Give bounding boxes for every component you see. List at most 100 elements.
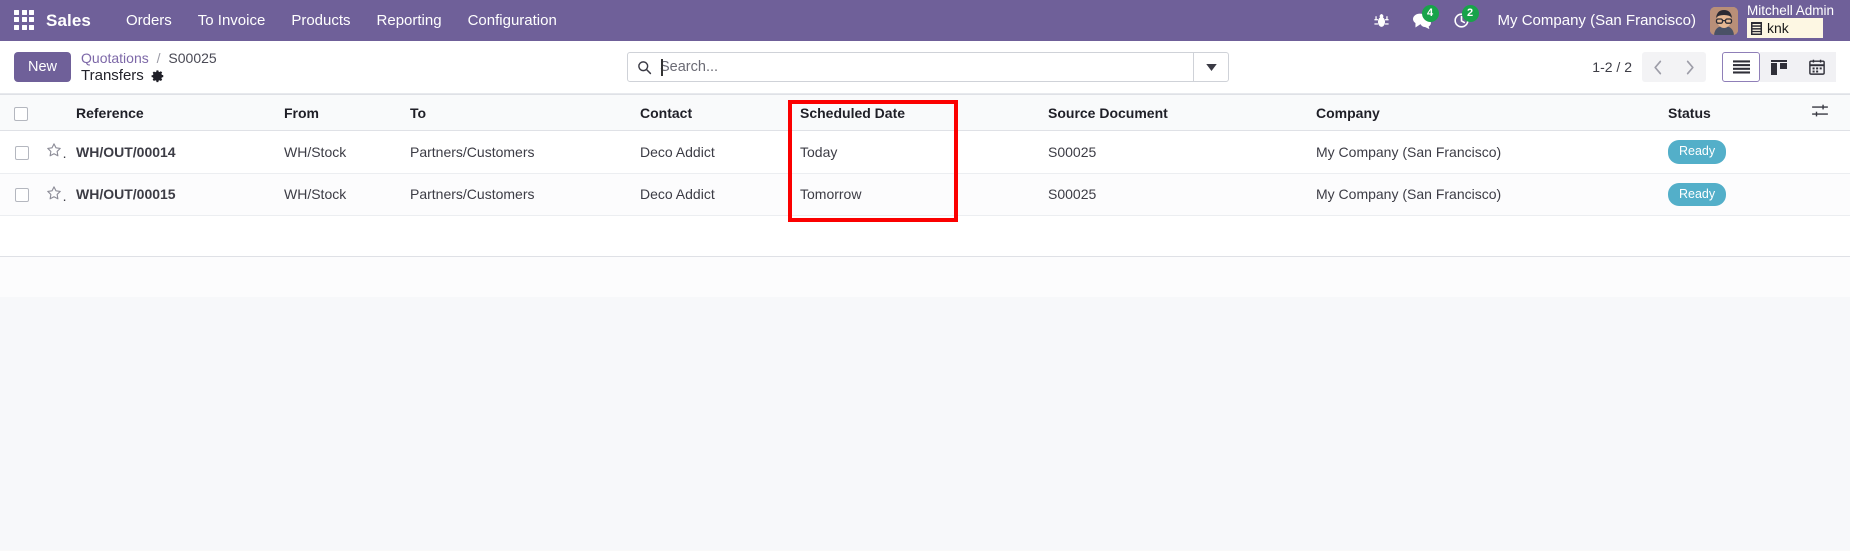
table-row[interactable]: WH/OUT/00015 WH/Stock Partners/Customers… — [0, 173, 1850, 216]
user-name-label: Mitchell Admin — [1746, 3, 1834, 18]
bug-icon[interactable] — [1371, 10, 1393, 32]
nav-item-reporting[interactable]: Reporting — [364, 2, 455, 39]
messages-icon[interactable]: 4 — [1411, 4, 1439, 32]
column-header-contact[interactable]: Contact — [632, 94, 792, 131]
company-switcher[interactable]: My Company (San Francisco) — [1498, 12, 1696, 29]
cell-reference[interactable]: WH/OUT/00015 — [68, 173, 276, 216]
chevron-right-icon — [1686, 60, 1694, 74]
view-button-kanban[interactable] — [1760, 52, 1798, 82]
sliders-icon — [1812, 104, 1828, 117]
empty-row-cell — [0, 215, 1850, 257]
cell-company[interactable]: My Company (San Francisco) — [1308, 173, 1660, 216]
view-switcher — [1722, 52, 1836, 82]
cell-company[interactable]: My Company (San Francisco) — [1308, 130, 1660, 174]
top-navbar: Sales Orders To Invoice Products Reporti… — [0, 0, 1850, 41]
cell-status[interactable]: Ready — [1660, 173, 1804, 216]
optional-columns-header — [1804, 94, 1850, 131]
cell-source-document[interactable]: S00025 — [1040, 130, 1308, 174]
table-header-row: Reference From To Contact Scheduled Date… — [0, 94, 1850, 131]
column-header-reference[interactable]: Reference — [68, 94, 276, 131]
table-empty-row — [0, 215, 1850, 257]
filler-row-cell — [0, 256, 1850, 297]
knk-chip-label: knk — [1766, 20, 1789, 36]
column-settings-icon[interactable] — [1812, 104, 1828, 118]
activities-count-badge: 2 — [1461, 4, 1479, 22]
page-background — [0, 296, 1850, 550]
knk-extension-chip[interactable]: knk — [1746, 18, 1823, 38]
row-select-cell — [0, 173, 38, 216]
row-checkbox[interactable] — [15, 188, 29, 203]
nav-item-configuration[interactable]: Configuration — [455, 2, 570, 39]
list-view: Reference From To Contact Scheduled Date… — [0, 94, 1850, 297]
nav-item-products[interactable]: Products — [278, 2, 363, 39]
nav-item-to-invoice[interactable]: To Invoice — [185, 2, 279, 39]
cell-to[interactable]: Partners/Customers — [402, 130, 632, 174]
star-icon[interactable] — [46, 142, 62, 158]
control-panel-right: 1-2 / 2 — [1592, 52, 1836, 82]
cell-contact[interactable]: Deco Addict — [632, 173, 792, 216]
row-checkbox[interactable] — [15, 145, 29, 160]
cell-source-document[interactable]: S00025 — [1040, 173, 1308, 216]
calendar-view-icon — [1809, 59, 1825, 75]
breadcrumb-separator: / — [156, 50, 161, 66]
cell-scheduled-date[interactable]: Today — [792, 130, 1040, 174]
cell-status[interactable]: Ready — [1660, 130, 1804, 174]
kanban-view-icon — [1771, 59, 1787, 75]
app-brand-sales[interactable]: Sales — [46, 11, 91, 31]
column-header-source-document[interactable]: Source Document — [1040, 94, 1308, 131]
cell-scheduled-date[interactable]: Tomorrow — [792, 173, 1040, 216]
pager-value[interactable]: 1-2 / 2 — [1592, 59, 1632, 75]
caret-down-icon — [1205, 63, 1217, 71]
column-header-company[interactable]: Company — [1308, 94, 1660, 131]
cell-from[interactable]: WH/Stock — [276, 173, 402, 216]
search-dropdown-toggle[interactable] — [1193, 53, 1228, 81]
list-view-icon — [1732, 60, 1750, 74]
search-bar[interactable] — [627, 52, 1229, 82]
table-filler-row — [0, 256, 1850, 297]
row-select-cell — [0, 130, 38, 174]
cell-from[interactable]: WH/Stock — [276, 130, 402, 174]
new-button[interactable]: New — [14, 52, 72, 82]
favorite-header — [38, 94, 68, 131]
list-chip-icon — [1750, 21, 1762, 35]
pager-previous-button[interactable] — [1642, 52, 1674, 82]
select-all-checkbox[interactable] — [14, 106, 28, 121]
select-all-header — [0, 94, 38, 131]
table-header: Reference From To Contact Scheduled Date… — [0, 94, 1850, 131]
apps-grid-icon[interactable] — [14, 9, 36, 32]
clock-activity-icon[interactable]: 2 — [1451, 4, 1479, 32]
column-header-from[interactable]: From — [276, 94, 402, 131]
control-panel: New Quotations / S00025 Transfers Search… — [0, 41, 1850, 94]
breadcrumb: Quotations / S00025 Transfers — [81, 50, 217, 84]
table-row[interactable]: WH/OUT/00014 WH/Stock Partners/Customers… — [0, 130, 1850, 174]
breadcrumb-top: Quotations / S00025 — [81, 50, 217, 67]
status-badge: Ready — [1668, 182, 1727, 206]
pager-next-button[interactable] — [1674, 52, 1706, 82]
view-button-list[interactable] — [1722, 52, 1760, 82]
user-menu[interactable]: Mitchell Admin knk — [1746, 3, 1834, 38]
search-input[interactable] — [660, 59, 1193, 75]
cell-contact[interactable]: Deco Addict — [632, 130, 792, 174]
column-header-to[interactable]: To — [402, 94, 632, 131]
avatar[interactable] — [1709, 6, 1738, 35]
breadcrumb-item-record[interactable]: S00025 — [168, 50, 216, 66]
star-icon[interactable] — [46, 185, 62, 201]
view-button-calendar[interactable] — [1798, 52, 1836, 82]
gear-icon[interactable] — [151, 69, 165, 83]
breadcrumb-bottom: Transfers — [81, 67, 217, 84]
search-icon — [628, 60, 660, 75]
search-text-caret — [661, 58, 663, 76]
messages-count-badge: 4 — [1421, 4, 1439, 22]
cell-optional — [1804, 130, 1850, 174]
column-header-status[interactable]: Status — [1660, 94, 1804, 131]
cell-reference[interactable]: WH/OUT/00014 — [68, 130, 276, 174]
status-badge: Ready — [1668, 140, 1727, 164]
row-favorite-cell — [38, 130, 68, 174]
breadcrumb-item-quotations[interactable]: Quotations — [81, 50, 149, 66]
cell-to[interactable]: Partners/Customers — [402, 173, 632, 216]
column-header-scheduled-date[interactable]: Scheduled Date — [792, 94, 1040, 131]
nav-item-orders[interactable]: Orders — [113, 2, 185, 39]
row-favorite-cell — [38, 173, 68, 216]
app-root: Sales Orders To Invoice Products Reporti… — [0, 0, 1850, 551]
cell-optional — [1804, 173, 1850, 216]
